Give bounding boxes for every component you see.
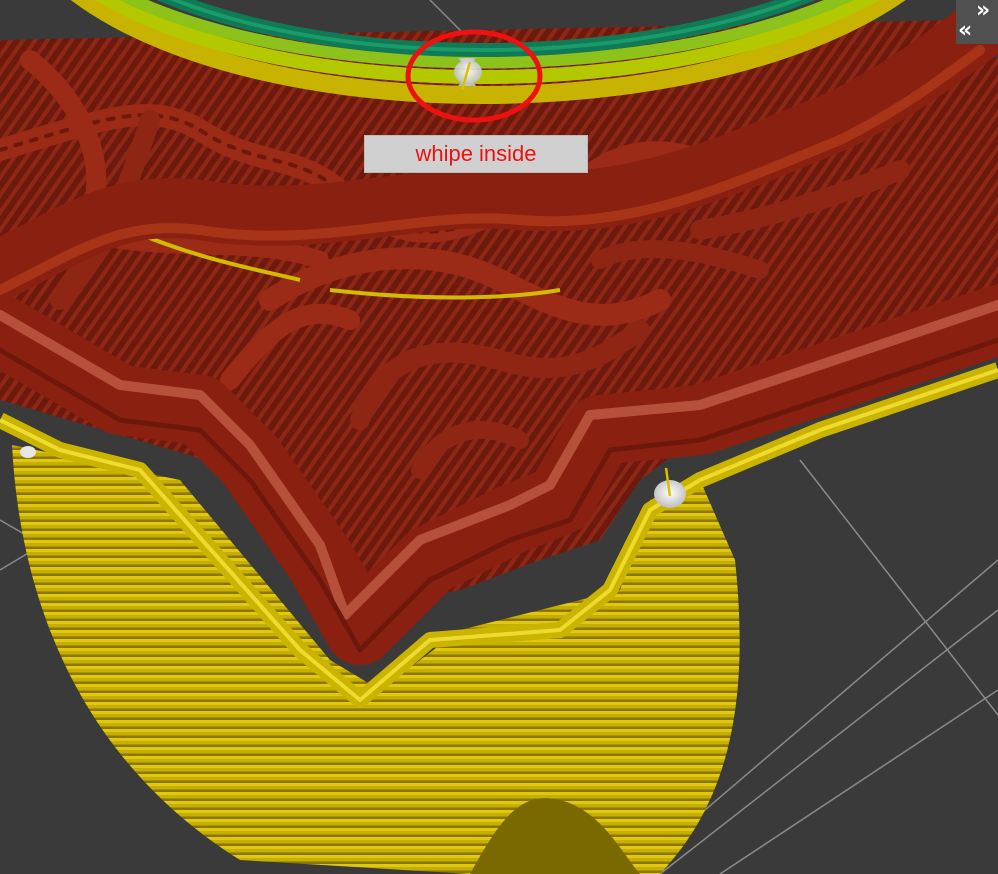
double-chevron-right-icon: » bbox=[976, 0, 991, 23]
annotation-label: whipe inside bbox=[364, 135, 588, 173]
double-chevron-left-icon: « bbox=[958, 18, 973, 43]
sidebar-toggle-button[interactable]: » « bbox=[956, 0, 998, 44]
seam-marker-left[interactable] bbox=[20, 446, 36, 458]
3d-viewport[interactable]: whipe inside » « bbox=[0, 0, 998, 874]
toolpath-scene[interactable] bbox=[0, 0, 998, 874]
